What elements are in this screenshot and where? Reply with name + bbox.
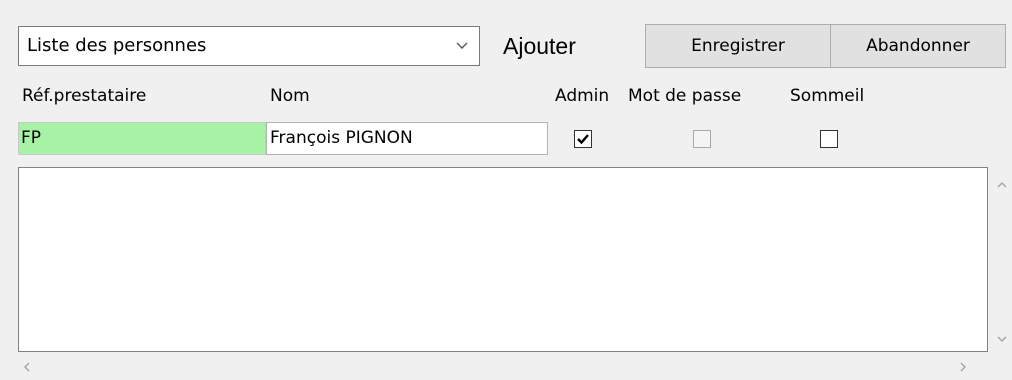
chevron-down-icon[interactable] bbox=[455, 35, 469, 57]
column-header-password: Mot de passe bbox=[628, 86, 742, 106]
column-header-admin: Admin bbox=[555, 86, 610, 106]
column-header-sleep: Sommeil bbox=[790, 86, 865, 106]
person-list-box[interactable] bbox=[18, 167, 988, 352]
add-button[interactable]: Ajouter bbox=[503, 28, 576, 64]
save-button[interactable]: Enregistrer bbox=[645, 24, 831, 68]
column-header-ref: Réf.prestataire bbox=[22, 86, 147, 106]
scroll-down-icon[interactable] bbox=[995, 332, 1009, 346]
cancel-button[interactable]: Abandonner bbox=[830, 24, 1006, 68]
scroll-up-icon[interactable] bbox=[995, 178, 1009, 192]
admin-checkbox[interactable] bbox=[574, 130, 592, 148]
check-icon bbox=[577, 134, 589, 145]
ref-field[interactable]: FP bbox=[18, 122, 266, 155]
person-list-combobox[interactable]: Liste des personnes bbox=[18, 26, 480, 66]
scroll-right-icon[interactable] bbox=[956, 360, 970, 374]
sleep-checkbox[interactable] bbox=[820, 130, 838, 148]
name-field[interactable]: François PIGNON bbox=[266, 122, 548, 155]
column-header-nom: Nom bbox=[270, 86, 310, 106]
password-checkbox[interactable] bbox=[693, 130, 711, 148]
scroll-left-icon[interactable] bbox=[20, 360, 34, 374]
combobox-value: Liste des personnes bbox=[27, 35, 207, 56]
